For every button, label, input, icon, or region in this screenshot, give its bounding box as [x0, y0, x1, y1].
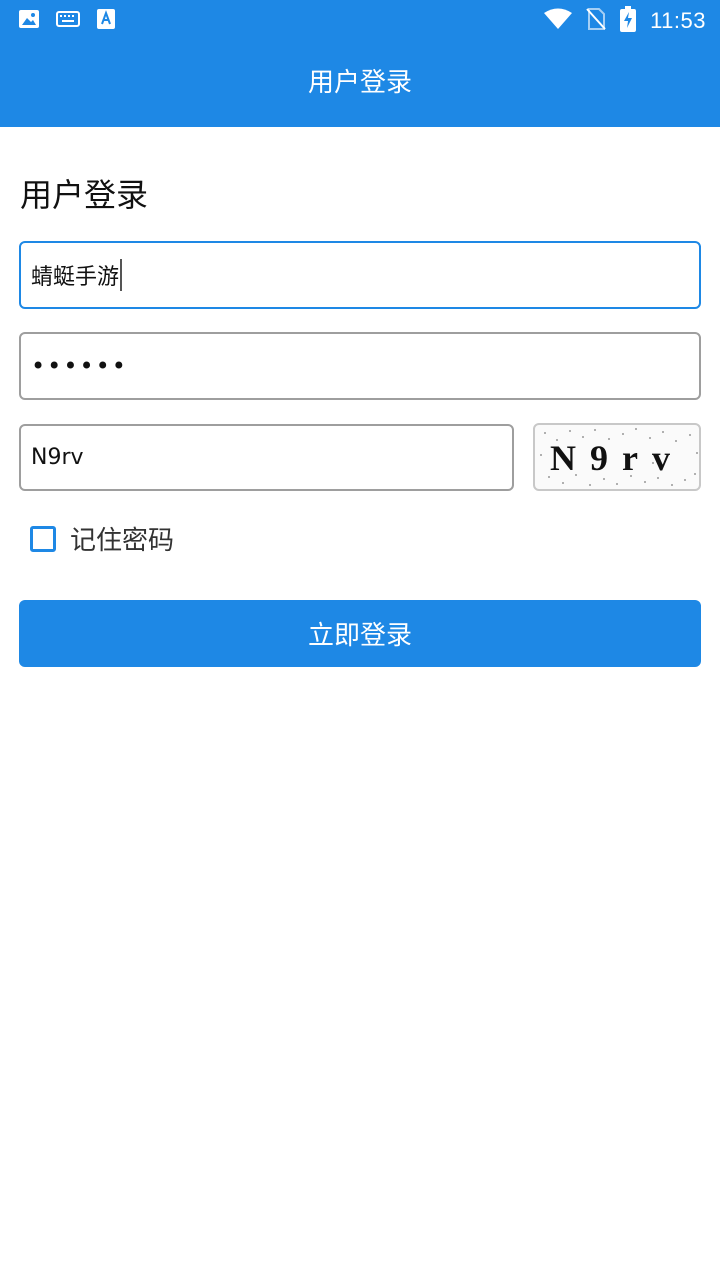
text-caret [120, 259, 123, 291]
status-time: 11:53 [650, 8, 706, 33]
captcha-value: N9rv [31, 445, 84, 470]
login-button[interactable]: 立即登录 [19, 600, 701, 667]
captcha-image[interactable]: N9rv [533, 423, 701, 491]
status-bar: 11:53 [0, 0, 720, 40]
captcha-image-text: N9rv [550, 438, 684, 478]
page-title: 用户登录 [20, 176, 149, 214]
remember-checkbox[interactable] [30, 525, 56, 552]
captcha-field[interactable]: N9rv [19, 424, 514, 491]
keyboard-icon [56, 9, 80, 33]
text-a-icon [96, 8, 116, 34]
username-field[interactable]: 蜻蜓手游 [19, 241, 701, 309]
app-bar: 11:53 用户登录 [0, 0, 720, 127]
image-icon [18, 8, 40, 34]
remember-label: 记住密码 [70, 526, 175, 556]
no-sim-icon [586, 7, 606, 35]
wifi-icon [544, 8, 573, 34]
login-button-label: 立即登录 [307, 621, 412, 651]
username-value: 蜻蜓手游 [31, 265, 120, 290]
app-bar-title: 用户登录 [307, 68, 412, 98]
password-value: •••••• [31, 352, 128, 380]
password-field[interactable]: •••••• [19, 332, 701, 400]
battery-charging-icon [620, 6, 637, 36]
remember-password[interactable]: 记住密码 [30, 520, 174, 557]
